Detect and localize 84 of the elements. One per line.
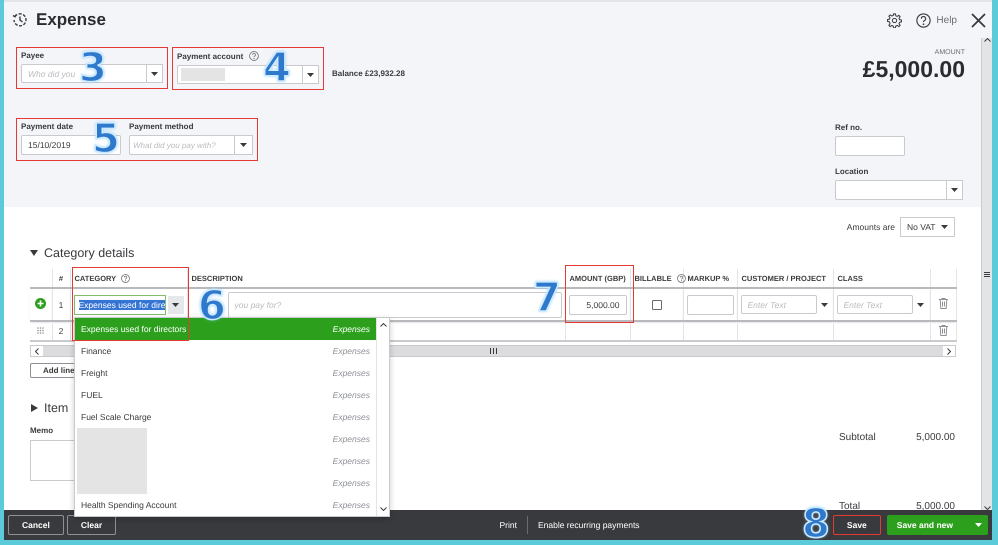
caret-icon: [307, 72, 314, 76]
scroll-up-icon[interactable]: [380, 323, 386, 327]
help-button[interactable]: Help: [916, 12, 957, 28]
ref-no-field[interactable]: [835, 136, 905, 156]
dropdown-button[interactable]: [147, 64, 163, 83]
drag-handle-icon[interactable]: [37, 327, 44, 334]
amount-total: £5,000.00: [862, 56, 965, 83]
total-value: 5,000.00: [916, 432, 955, 443]
billable-checkbox[interactable]: [652, 300, 662, 310]
total-label: Subtotal: [839, 432, 876, 443]
window-title: Expense: [36, 10, 106, 30]
save-button[interactable]: Save: [832, 515, 881, 535]
section-title: Category details: [44, 246, 134, 260]
balance-text: Balance £23,932.28: [332, 69, 405, 78]
amount-field[interactable]: 5,000.00: [568, 294, 626, 314]
help-icon[interactable]: [676, 274, 686, 282]
dropdown-button[interactable]: [235, 135, 253, 155]
history-icon: [12, 12, 28, 28]
annotation-number: 4: [263, 48, 291, 88]
dropdown-item[interactable]: Finance Expenses: [75, 340, 376, 362]
dropdown-item[interactable]: Freight Expenses: [75, 362, 376, 384]
customer-field[interactable]: Enter Text: [740, 295, 816, 314]
scroll-down-icon[interactable]: [984, 506, 990, 510]
field-label: Payment method: [129, 122, 194, 131]
add-icon[interactable]: [35, 298, 46, 309]
caret-icon: [951, 188, 958, 192]
chevron-left-icon: [35, 348, 39, 354]
row-number: 2: [58, 326, 64, 336]
cancel-button[interactable]: Cancel: [8, 515, 64, 535]
scroll-grip-icon[interactable]: [490, 348, 496, 354]
row-number: 1: [58, 300, 64, 310]
expanded-triangle-icon: [30, 249, 38, 257]
annotation-frame: [565, 265, 634, 323]
caret-icon: [172, 302, 180, 306]
field-label: Payment account: [177, 52, 244, 60]
field-label: Memo: [30, 426, 54, 435]
collapse-toggle[interactable]: [30, 249, 38, 257]
dropdown-item[interactable]: FUEL Expenses: [75, 384, 376, 406]
total-value: 5,000.00: [916, 501, 955, 510]
expand-toggle[interactable]: [30, 404, 38, 412]
category-field[interactable]: Expenses used for dire: [74, 294, 166, 314]
caret-icon: [151, 72, 158, 76]
caret-icon: [975, 523, 982, 527]
payment-method-field[interactable]: What did you pay with?: [129, 135, 235, 155]
field-label: Amounts are: [846, 222, 895, 232]
annotation-number: 8: [802, 504, 830, 544]
class-field[interactable]: Enter Text: [836, 295, 912, 314]
chevron-right-icon: [947, 348, 951, 354]
vat-dropdown[interactable]: No VAT: [900, 217, 955, 237]
settings-icon[interactable]: [887, 12, 902, 28]
dropdown-item[interactable]: Fuel Scale Charge Expenses: [75, 406, 376, 428]
help-icon: [916, 12, 932, 28]
close-icon[interactable]: [971, 12, 986, 28]
redaction-block: [77, 472, 147, 494]
dropdown-item[interactable]: Health Spending Account Expenses: [75, 494, 376, 516]
recurring-link[interactable]: Enable recurring payments: [538, 520, 640, 530]
caret-icon: [820, 302, 828, 306]
total-label: Total: [839, 501, 860, 510]
help-icon[interactable]: [249, 51, 260, 61]
help-icon[interactable]: [121, 274, 130, 282]
scroll-down-icon[interactable]: [380, 507, 386, 511]
caret-icon: [916, 302, 924, 306]
trash-icon[interactable]: [938, 324, 948, 336]
field-label: Payment date: [21, 122, 74, 131]
scroll-grip-icon[interactable]: [984, 272, 990, 276]
collapsed-triangle-icon: [30, 404, 38, 412]
dropdown-button[interactable]: [303, 65, 319, 84]
field-label: Payee: [21, 51, 46, 60]
dropdown-button[interactable]: [947, 180, 963, 200]
markup-field[interactable]: [686, 294, 734, 314]
caret-icon: [941, 225, 948, 229]
trash-icon[interactable]: [938, 298, 948, 309]
scroll-up-icon[interactable]: [984, 38, 990, 42]
scroll-left-button[interactable]: [31, 346, 43, 356]
dropdown-button[interactable]: [168, 296, 184, 314]
field-label: Location: [835, 167, 870, 176]
print-link[interactable]: Print: [499, 520, 517, 530]
field-label: Ref no.: [835, 123, 864, 132]
scroll-right-button[interactable]: [943, 346, 955, 356]
section-title: Item: [44, 401, 68, 415]
location-field[interactable]: [835, 180, 947, 200]
caret-icon: [240, 143, 247, 147]
redaction-block: [77, 428, 147, 450]
clear-button[interactable]: Clear: [66, 515, 116, 535]
